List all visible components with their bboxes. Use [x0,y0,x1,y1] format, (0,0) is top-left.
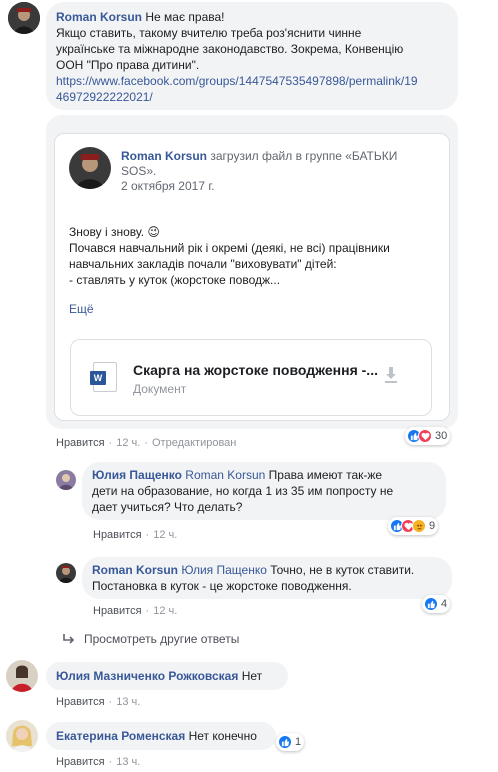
comment-text: українське та міжнародне законодавство. … [56,42,404,56]
comment-author[interactable]: Roman Korsun [56,10,142,24]
like-link[interactable]: Нравится [56,756,105,768]
like-link[interactable]: Нравится [93,605,142,617]
avatar[interactable] [8,2,40,34]
shared-post-inner: Roman Korsun загрузил файл в группе «БАТ… [54,133,450,421]
comment-bubble: Roman Korsun Не має права! Якщо ставить,… [46,2,458,110]
mention-link[interactable]: Юлия Пащенко [181,563,267,577]
reply-bubble: Юлия Пащенко Roman Korsun Права имеют та… [82,462,446,520]
more-replies-link[interactable]: Просмотреть другие ответы [62,632,239,646]
angry-reaction-icon [412,519,426,533]
reactions-summary[interactable]: 4 [422,595,451,613]
shared-post-body: Знову і знову. 😉 Почався навчальний рік … [69,224,439,288]
comment-bubble: Екатерина Роменская Нет конечно [46,722,276,750]
shared-post-header: Roman Korsun загрузил файл в группе «БАТ… [121,149,421,194]
comment-text: ООН "Про права дитини". [56,58,200,72]
comment-text: Нет [241,669,263,683]
shared-post-line: - ставлять у куток (жорстоке поводж... [69,273,281,287]
shared-post-line: Почався навчальний рік і окремі (деякі, … [69,241,390,255]
reply-author[interactable]: Юлия Пащенко [92,468,182,482]
comment-text: Не має права! [145,10,225,24]
reply-arrow-icon [62,633,76,645]
reply-text: Права имеют так-же [268,468,383,482]
reply-actions: Нравится · 12 ч. [93,605,178,617]
word-document-icon: W [90,362,117,392]
shared-post-line: Знову і знову. 😉 [69,225,160,239]
like-reaction-icon [278,735,292,749]
avatar[interactable] [56,563,76,583]
reaction-count: 9 [429,520,436,532]
like-link[interactable]: Нравится [56,696,105,708]
comment-actions: Нравится · 12 ч. · Отредактирован [56,437,237,449]
comment-author[interactable]: Екатерина Роменская [56,729,185,743]
edited-label[interactable]: Отредактирован [152,437,236,449]
like-link[interactable]: Нравится [56,437,105,449]
word-letter: W [90,371,106,385]
shared-post-action: загрузил файл в группе «БАТЬКИ [210,149,398,163]
mention-link[interactable]: Roman Korsun [185,468,265,482]
love-reaction-icon [418,429,432,443]
file-title[interactable]: Скарга на жорстоке поводження -... [133,362,378,378]
reply-author[interactable]: Roman Korsun [92,563,178,577]
file-type: Документ [133,382,187,396]
comment-time[interactable]: 12 ч. [116,437,140,449]
shared-post-author[interactable]: Roman Korsun [121,149,207,163]
avatar[interactable] [56,470,76,490]
see-more-link[interactable]: Ещё [69,302,94,316]
avatar[interactable] [6,720,38,752]
like-reaction-icon [424,597,438,611]
comment-author[interactable]: Юлия Мазниченко Рожковская [56,669,238,683]
reply-text: дает учиться? Что делать? [92,500,243,514]
comment-text: Якщо ставить, такому вчителю треба роз'я… [56,26,362,40]
reaction-count: 4 [441,598,448,610]
file-attachment[interactable]: W Скарга на жорстоке поводження -... Док… [70,339,432,416]
avatar[interactable] [6,660,38,692]
reply-actions: Нравится · 12 ч. [93,529,178,541]
comment-time[interactable]: 13 ч. [116,696,140,708]
reply-text: Точно, не в куток ставити. [270,563,415,577]
comment-bubble: Юлия Мазниченко Рожковская Нет [46,662,288,690]
reactions-summary[interactable]: 1 [276,733,305,751]
reactions-summary[interactable]: 30 [405,427,451,445]
shared-post-line: навчальних закладів почали "виховувати" … [69,257,337,271]
reaction-count: 1 [295,736,302,748]
avatar[interactable] [69,147,111,189]
reply-time[interactable]: 12 ч. [153,605,177,617]
comment-text: Нет конечно [188,729,257,743]
reply-text: Постановка в куток - це жорстоке поводже… [92,579,352,593]
comment-link[interactable]: https://www.facebook.com/groups/14475475… [56,74,418,88]
reply-text: дети на образование, но когда 1 из 35 им… [92,484,394,498]
comment-link[interactable]: 46972922222021/ [56,90,153,104]
download-icon[interactable] [383,366,399,384]
shared-post-group[interactable]: SOS». [121,164,421,179]
more-replies-label: Просмотреть другие ответы [84,632,240,646]
shared-post-date[interactable]: 2 октября 2017 г. [121,179,421,194]
like-link[interactable]: Нравится [93,529,142,541]
comment-actions: Нравится · 13 ч. [56,756,141,768]
reply-time[interactable]: 12 ч. [153,529,177,541]
reaction-count: 30 [435,430,448,442]
reply-bubble: Roman Korsun Юлия Пащенко Точно, не в ку… [82,557,452,599]
comment-actions: Нравится · 13 ч. [56,696,141,708]
shared-post-card[interactable]: Roman Korsun загрузил файл в группе «БАТ… [46,115,458,429]
reactions-summary[interactable]: 9 [388,517,439,535]
comment-time[interactable]: 13 ч. [116,756,140,768]
